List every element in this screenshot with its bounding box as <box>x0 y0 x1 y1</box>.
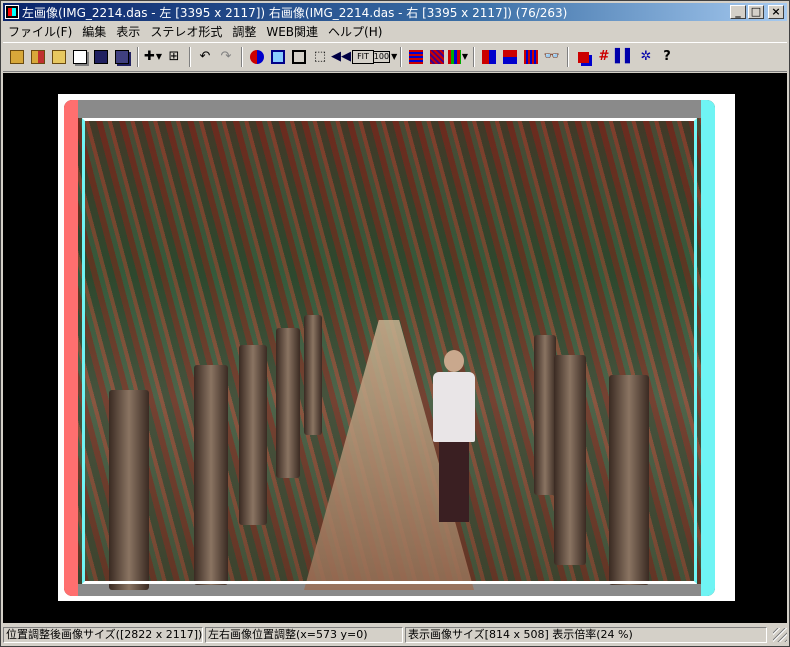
fullscreen-icon[interactable]: ⬚ <box>310 47 330 67</box>
prev-icon[interactable]: ◀◀ <box>331 47 351 67</box>
checker-icon[interactable] <box>427 47 447 67</box>
glasses-icon[interactable]: 👓 <box>542 47 562 67</box>
move-icon[interactable]: ⊞ <box>164 47 184 67</box>
menu-view[interactable]: 表示 <box>111 23 145 40</box>
toolbar-separator <box>473 47 475 67</box>
frame-right-cyan <box>701 100 715 596</box>
anaglyph-image[interactable] <box>64 100 715 596</box>
menu-bar: ファイル(F) 編集 表示 ステレオ形式 調整 WEB関連 ヘルプ(H) <box>3 22 787 41</box>
open-folder-icon[interactable] <box>7 47 27 67</box>
open-file-icon[interactable] <box>49 47 69 67</box>
app-icon[interactable] <box>5 5 19 19</box>
mosaic-icon[interactable]: ▼ <box>448 47 468 67</box>
fit-window-icon[interactable] <box>268 47 288 67</box>
copy-icon[interactable] <box>70 47 90 67</box>
close-button[interactable]: × <box>768 5 784 19</box>
grid-icon[interactable]: # <box>594 47 614 67</box>
line-by-line-icon[interactable] <box>406 47 426 67</box>
save-all-icon[interactable] <box>112 47 132 67</box>
menu-adjust[interactable]: 調整 <box>227 23 261 40</box>
undo-icon[interactable]: ↶ <box>195 47 215 67</box>
app-window: 左画像(IMG_2214.das - 左 [3395 x 2117]) 右画像(… <box>0 0 790 647</box>
status-bar: 位置調整後画像サイズ([2822 x 2117]) 左右画像位置調整(x=573… <box>3 625 787 645</box>
title-bar[interactable]: 左画像(IMG_2214.das - 左 [3395 x 2117]) 右画像(… <box>3 3 787 21</box>
status-adjusted-size: 位置調整後画像サイズ([2822 x 2117]) <box>3 627 203 643</box>
resize-grip[interactable] <box>773 628 787 642</box>
menu-stereo-format[interactable]: ステレオ形式 <box>145 23 227 40</box>
toolbar: ✚ ▼ ⊞ ↶ ↷ ⬚ ◀◀ FIT 100 ▼ ▼ 👓 # ▌▌ ✲ ? <box>3 42 787 72</box>
redo-icon[interactable]: ↷ <box>216 47 236 67</box>
toolbar-separator <box>567 47 569 67</box>
swap-icon[interactable] <box>247 47 267 67</box>
minimize-button[interactable]: _ <box>730 5 746 19</box>
anaglyph-icon[interactable] <box>573 47 593 67</box>
menu-edit[interactable]: 編集 <box>77 23 111 40</box>
image-viewport[interactable] <box>3 73 787 623</box>
status-display-size: 表示画像サイズ[814 x 508] 表示倍率(24 %) <box>405 627 767 643</box>
parallel-icon[interactable]: ▌▌ <box>615 47 635 67</box>
frame-icon[interactable] <box>289 47 309 67</box>
menu-help[interactable]: ヘルプ(H) <box>323 23 387 40</box>
toolbar-separator <box>400 47 402 67</box>
window-title: 左画像(IMG_2214.das - 左 [3395 x 2117]) 右画像(… <box>22 5 568 20</box>
menu-web[interactable]: WEB関連 <box>261 23 323 40</box>
zoom-100-label: 100 <box>372 51 391 63</box>
fit-icon[interactable]: FIT <box>352 50 374 64</box>
toolbar-separator <box>137 47 139 67</box>
column-interleave-icon[interactable] <box>521 47 541 67</box>
save-icon[interactable] <box>91 47 111 67</box>
side-by-side-icon[interactable] <box>479 47 499 67</box>
menu-file[interactable]: ファイル(F) <box>3 23 77 40</box>
open-stereo-icon[interactable] <box>28 47 48 67</box>
inner-frame <box>82 118 697 584</box>
help-icon[interactable]: ? <box>657 47 677 67</box>
maximize-button[interactable]: □ <box>748 5 764 19</box>
sparkle-icon[interactable]: ✲ <box>636 47 656 67</box>
zoom-100-icon[interactable]: 100 ▼ <box>372 47 397 67</box>
frame-top <box>78 100 701 118</box>
frame-left-red <box>64 100 78 596</box>
crop-icon[interactable]: ✚ ▼ <box>143 47 163 67</box>
toolbar-separator <box>241 47 243 67</box>
toolbar-separator <box>189 47 191 67</box>
status-position-adjust: 左右画像位置調整(x=573 y=0) <box>205 627 403 643</box>
top-bottom-icon[interactable] <box>500 47 520 67</box>
